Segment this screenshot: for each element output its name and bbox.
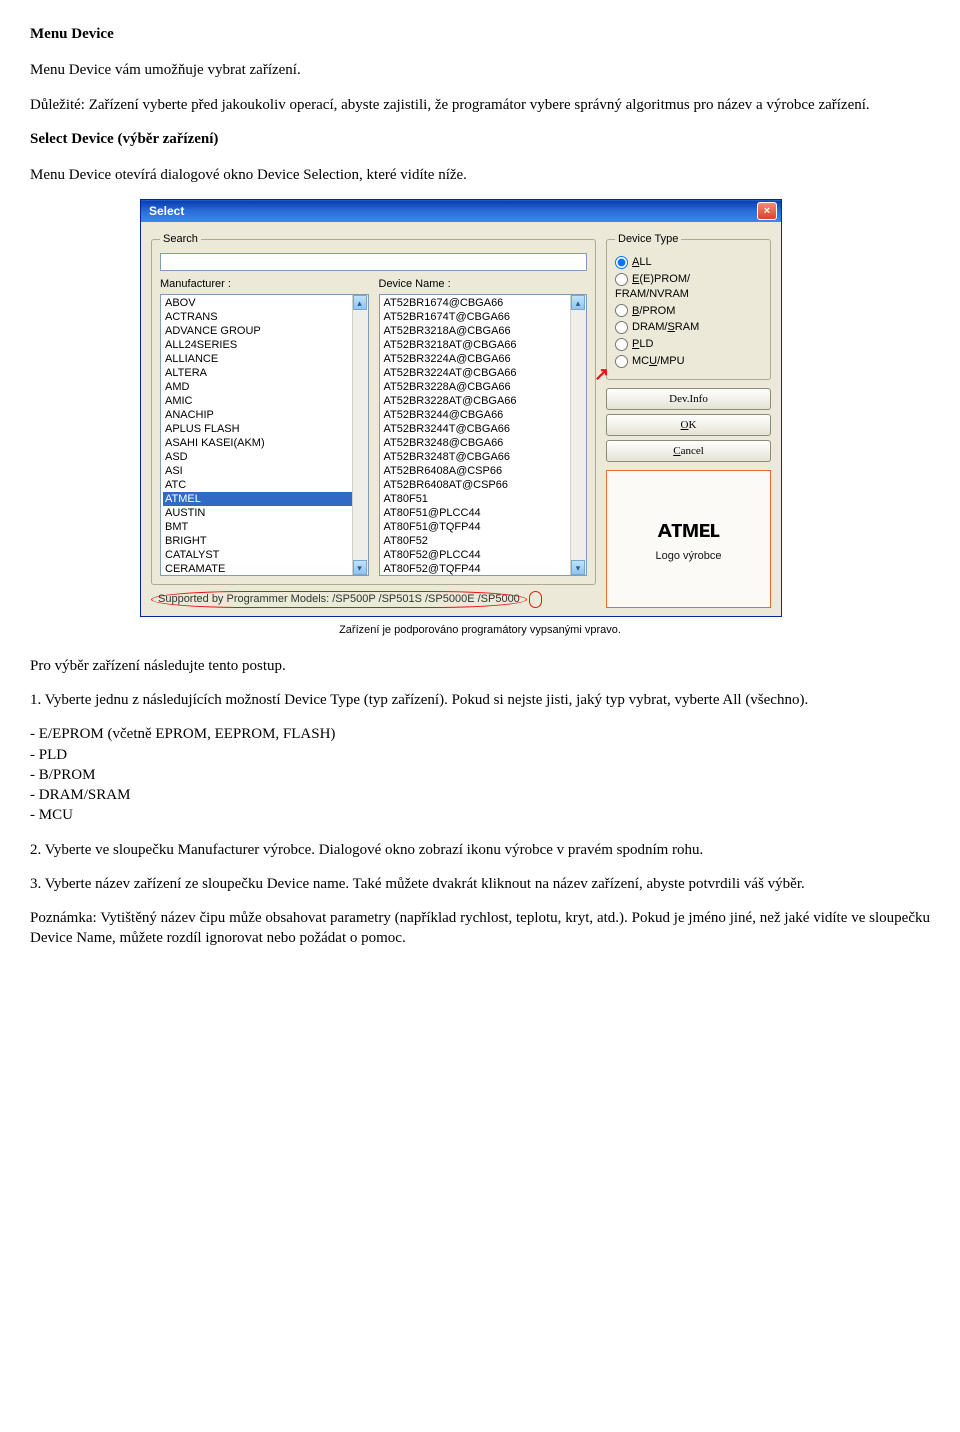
list-item[interactable]: BMT (163, 520, 366, 534)
list-item[interactable]: AT52BR3244@CBGA66 (382, 408, 585, 422)
list-item: - PLD (30, 745, 930, 765)
list-item: - B/PROM (30, 765, 930, 785)
supported-prefix: Supported by Programmer Models: (158, 593, 329, 605)
device-type-radio[interactable]: MCU/MPU (615, 354, 762, 369)
step-3: 3. Vyberte název zařízení ze sloupečku D… (30, 874, 930, 894)
list-item[interactable]: ATC (163, 478, 366, 492)
window-title: Select (149, 203, 184, 219)
scroll-up-icon[interactable]: ▴ (571, 295, 585, 310)
search-input[interactable] (160, 253, 587, 271)
list-item[interactable]: ATMEL (163, 492, 366, 506)
list-item[interactable]: AT52BR3248@CBGA66 (382, 436, 585, 450)
scroll-up-icon[interactable]: ▴ (353, 295, 367, 310)
list-item[interactable]: AT52BR3218A@CBGA66 (382, 324, 585, 338)
note-paragraph: Poznámka: Vytištěný název čipu může obsa… (30, 908, 930, 949)
intro-paragraph-2: Důležité: Zařízení vyberte před jakoukol… (30, 95, 930, 115)
step-1: 1. Vyberte jednu z následujících možnost… (30, 690, 930, 710)
list-item: - E/EPROM (včetně EPROM, EEPROM, FLASH) (30, 724, 930, 744)
list-item: - MCU (30, 805, 930, 825)
manufacturer-logo-box: ↗ ᴀᴛᴍᴇʟ Logo výrobce (606, 470, 771, 608)
list-item[interactable]: AT52BR3228A@CBGA66 (382, 380, 585, 394)
paragraph-dialog-intro: Menu Device otevírá dialogové okno Devic… (30, 165, 930, 185)
scroll-down-icon[interactable]: ▾ (353, 560, 367, 575)
list-item[interactable]: AT52BR3218AT@CBGA66 (382, 338, 585, 352)
intro-paragraph-1: Menu Device vám umožňuje vybrat zařízení… (30, 60, 930, 80)
cancel-button[interactable]: Cancel (606, 440, 771, 462)
list-item[interactable]: ANACHIP (163, 408, 366, 422)
device-listbox[interactable]: AT52BR1674@CBGA66AT52BR1674T@CBGA66AT52B… (379, 294, 588, 576)
select-dialog-window: Select × Search Manufacturer : Device Na… (140, 199, 782, 617)
device-type-radio[interactable]: PLD (615, 337, 762, 352)
list-item[interactable]: ABOV (163, 296, 366, 310)
list-item[interactable]: AT52BR3224A@CBGA66 (382, 352, 585, 366)
list-item[interactable]: AMIC (163, 394, 366, 408)
list-item[interactable]: ALLIANCE (163, 352, 366, 366)
list-item[interactable]: AT52BR3244T@CBGA66 (382, 422, 585, 436)
search-group: Search Manufacturer : Device Name : ABOV… (151, 232, 596, 585)
list-item[interactable]: AT80F51@PLCC44 (382, 506, 585, 520)
list-item[interactable]: ADVANCE GROUP (163, 324, 366, 338)
list-item[interactable]: ASD (163, 450, 366, 464)
list-item[interactable]: AMD (163, 380, 366, 394)
device-name-label: Device Name : (379, 277, 588, 292)
list-item[interactable]: BRIGHT (163, 534, 366, 548)
supported-models: /SP500P /SP501S /SP5000E /SP5000 (332, 593, 520, 605)
paragraph-followsteps: Pro výběr zařízení následujte tento post… (30, 656, 930, 676)
device-type-list: - E/EPROM (včetně EPROM, EEPROM, FLASH)-… (30, 724, 930, 825)
list-item[interactable]: CERAMATE (163, 562, 366, 576)
list-item[interactable]: ACTRANS (163, 310, 366, 324)
manufacturer-listbox[interactable]: ABOVACTRANSADVANCE GROUPALL24SERIESALLIA… (160, 294, 369, 576)
list-item[interactable]: ASAHI KASEI(AKM) (163, 436, 366, 450)
list-item[interactable]: AT80F52 (382, 534, 585, 548)
list-item[interactable]: AT52BR1674@CBGA66 (382, 296, 585, 310)
list-item[interactable]: AT52BR3248T@CBGA66 (382, 450, 585, 464)
search-legend: Search (160, 232, 201, 247)
heading-select-device: Select Device (výběr zařízení) (30, 129, 930, 149)
list-item[interactable]: ALL24SERIES (163, 338, 366, 352)
titlebar: Select × (141, 200, 781, 222)
ok-button[interactable]: OK (606, 414, 771, 436)
close-icon[interactable]: × (757, 202, 777, 220)
red-arrow-icon: ↗ (594, 362, 609, 386)
atmel-logo: ᴀᴛᴍᴇʟ (658, 514, 720, 546)
step-2: 2. Vyberte ve sloupečku Manufacturer výr… (30, 840, 930, 860)
manufacturer-label: Manufacturer : (160, 277, 369, 292)
list-item[interactable]: AT80F52@TQFP44 (382, 562, 585, 576)
list-item[interactable]: APLUS FLASH (163, 422, 366, 436)
list-item[interactable]: AT52BR3224AT@CBGA66 (382, 366, 585, 380)
device-type-radio[interactable]: DRAM/SRAM (615, 320, 762, 335)
list-item[interactable]: ASI (163, 464, 366, 478)
list-item[interactable]: AT80F52@PLCC44 (382, 548, 585, 562)
select-dialog-figure: Select × Search Manufacturer : Device Na… (140, 199, 930, 617)
devinfo-button[interactable]: Dev.Info (606, 388, 771, 410)
heading-menu-device: Menu Device (30, 24, 930, 44)
device-type-radio[interactable]: ALL (615, 255, 762, 270)
list-item[interactable]: AT80F51@TQFP44 (382, 520, 585, 534)
list-item[interactable]: ALTERA (163, 366, 366, 380)
left-pane: Search Manufacturer : Device Name : ABOV… (151, 232, 596, 608)
scrollbar[interactable]: ▴ ▾ (570, 295, 586, 575)
logo-caption: Logo výrobce (655, 549, 721, 564)
device-type-radio[interactable]: B/PROM (615, 304, 762, 319)
list-item[interactable]: AT52BR1674T@CBGA66 (382, 310, 585, 324)
device-type-radio[interactable]: E(E)PROM/FRAM/NVRAM (615, 272, 762, 302)
scroll-down-icon[interactable]: ▾ (571, 560, 585, 575)
list-item[interactable]: AT52BR6408AT@CSP66 (382, 478, 585, 492)
supported-models-line: Supported by Programmer Models: /SP500P … (151, 591, 596, 608)
device-type-group: Device Type ALL E(E)PROM/FRAM/NVRAM B/PROM… (606, 232, 771, 380)
list-item: - DRAM/SRAM (30, 785, 930, 805)
list-item[interactable]: AT52BR6408A@CSP66 (382, 464, 585, 478)
figure-caption: Zařízení je podporováno programátory vyp… (30, 623, 930, 638)
right-pane: Device Type ALL E(E)PROM/FRAM/NVRAM B/PROM… (606, 232, 771, 608)
device-type-legend: Device Type (615, 232, 681, 247)
scrollbar[interactable]: ▴ ▾ (352, 295, 368, 575)
list-item[interactable]: AUSTIN (163, 506, 366, 520)
list-item[interactable]: CATALYST (163, 548, 366, 562)
list-item[interactable]: AT52BR3228AT@CBGA66 (382, 394, 585, 408)
list-item[interactable]: AT80F51 (382, 492, 585, 506)
